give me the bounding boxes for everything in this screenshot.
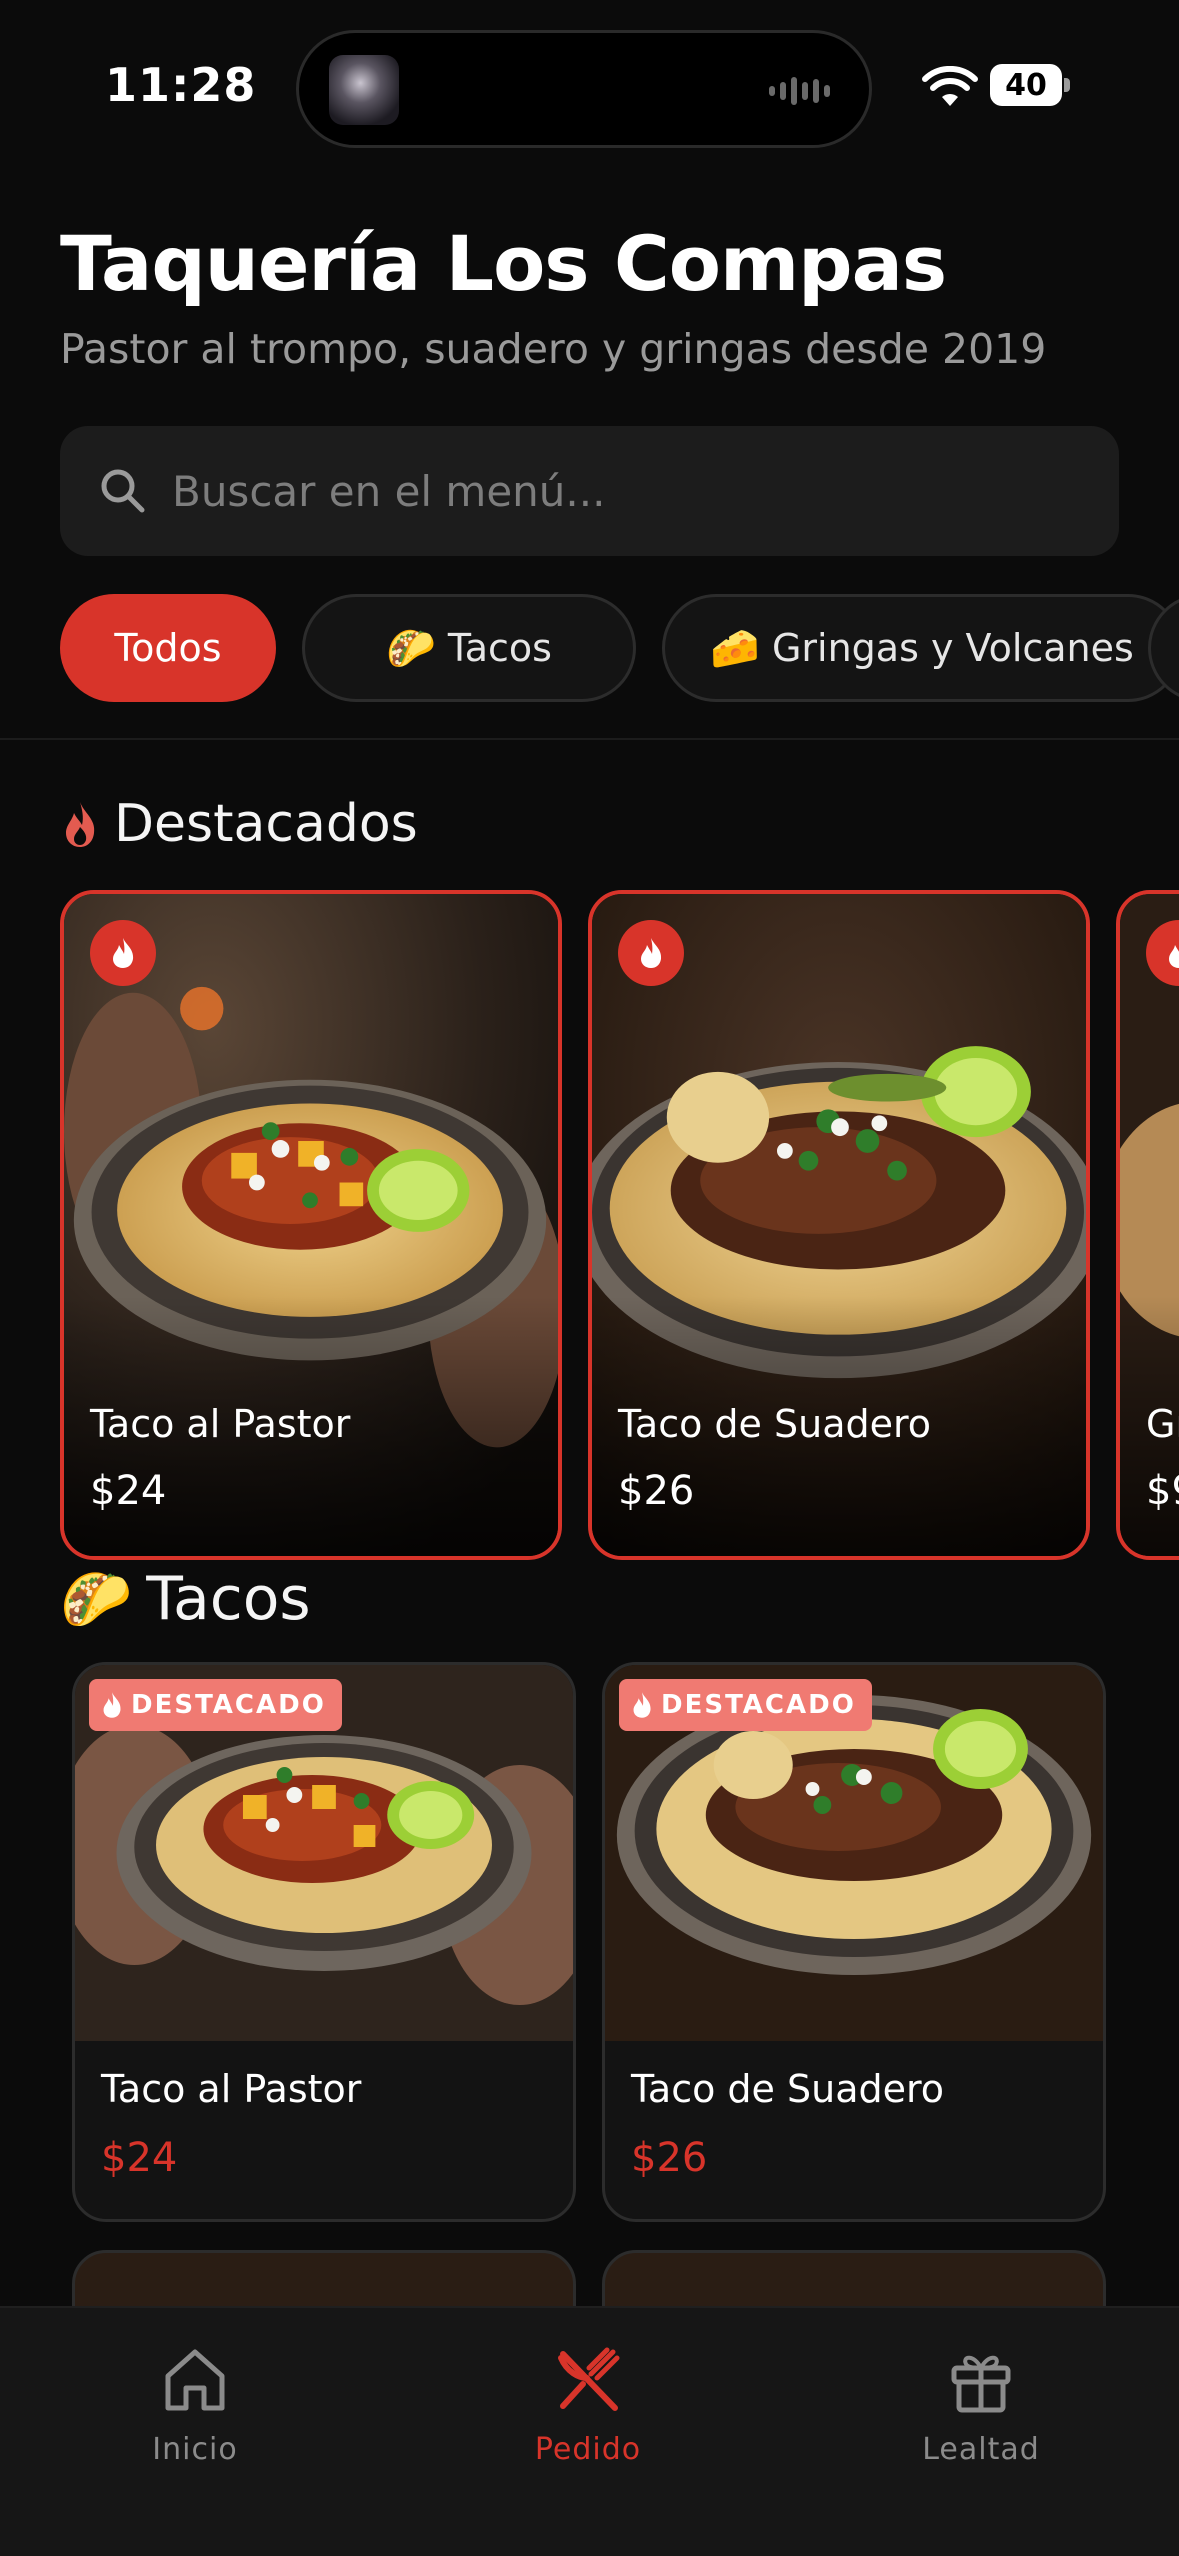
utensils-icon <box>558 2347 620 2411</box>
section-title: Tacos <box>146 1564 311 1634</box>
menu-item-price: $24 <box>101 2135 178 2181</box>
flame-icon <box>633 1692 651 1718</box>
page-header: Taquería Los Compas Pastor al trompo, su… <box>60 218 1140 374</box>
search-bar[interactable] <box>60 426 1119 556</box>
featured-card[interactable]: Gr $9 <box>1116 890 1179 1560</box>
featured-badge: DESTACADO <box>89 1679 342 1731</box>
taco-icon: 🌮 <box>386 625 436 672</box>
chip-gringas-volcanes[interactable]: 🧀 Gringas y Volcanes <box>662 594 1179 702</box>
search-icon <box>101 469 145 513</box>
featured-item-price: $26 <box>618 1468 695 1514</box>
flame-icon <box>113 938 134 968</box>
page-title: Taquería Los Compas <box>60 219 947 308</box>
section-title: Destacados <box>114 794 418 854</box>
menu-item-card[interactable]: DESTACADO Taco al Pastor $24 <box>72 1662 576 2222</box>
nav-label: Lealtad <box>922 2432 1040 2467</box>
search-input[interactable] <box>172 426 1072 556</box>
featured-item-name: Taco de Suadero <box>618 1402 932 1446</box>
featured-item-name: Taco al Pastor <box>90 1402 351 1446</box>
chip-label: Gringas y Volcanes <box>771 626 1134 670</box>
badge-label: DESTACADO <box>661 1690 856 1720</box>
chip-label: Tacos <box>447 626 552 670</box>
featured-item-price: $9 <box>1146 1468 1179 1514</box>
featured-item-name: Gr <box>1146 1402 1179 1446</box>
featured-card[interactable]: Taco de Suadero $26 <box>588 890 1090 1560</box>
flame-icon <box>641 938 662 968</box>
wifi-icon <box>922 66 978 106</box>
header-divider <box>0 738 1179 740</box>
featured-badge: DESTACADO <box>619 1679 872 1731</box>
battery-level: 40 <box>990 64 1062 106</box>
app-screen: 11:28 40 Taquería Los Compas Pastor al t… <box>0 0 1179 2556</box>
nav-label: Pedido <box>534 2432 642 2467</box>
taco-icon: 🌮 <box>60 1564 133 1633</box>
nav-label: Inicio <box>152 2432 238 2467</box>
menu-item-card[interactable]: DESTACADO Taco de Suadero $26 <box>602 1662 1106 2222</box>
nav-inicio[interactable]: Inicio <box>65 2344 325 2484</box>
now-playing-artwork <box>329 55 399 125</box>
featured-card[interactable]: Taco al Pastor $24 <box>60 890 562 1560</box>
chip-tacos[interactable]: 🌮 Tacos <box>302 594 636 702</box>
page-subtitle: Pastor al trompo, suadero y gringas desd… <box>60 325 1047 373</box>
status-bar: 11:28 40 <box>0 0 1179 160</box>
dynamic-island[interactable] <box>296 30 872 148</box>
featured-flame-badge <box>618 920 684 986</box>
bottom-nav: Inicio Pedido Lealtad <box>0 2306 1179 2556</box>
featured-heading: Destacados <box>60 794 418 854</box>
flame-icon <box>103 1692 121 1718</box>
home-icon <box>165 2349 225 2411</box>
gift-icon <box>951 2355 1011 2413</box>
chip-todos[interactable]: Todos <box>60 594 276 702</box>
cheese-icon: 🧀 <box>710 625 760 672</box>
menu-item-price: $26 <box>631 2135 708 2181</box>
menu-item-name: Taco de Suadero <box>631 2067 945 2111</box>
flame-icon <box>1169 938 1179 968</box>
chip-label: Todos <box>114 626 222 670</box>
nav-pedido[interactable]: Pedido <box>458 2344 718 2484</box>
status-time: 11:28 <box>105 58 257 112</box>
tacos-heading: 🌮 Tacos <box>60 1564 311 1634</box>
battery-icon: 40 <box>990 64 1070 106</box>
category-filter: Todos 🌮 Tacos 🧀 Gringas y Volcanes <box>60 594 1179 702</box>
featured-item-price: $24 <box>90 1468 167 1514</box>
menu-item-name: Taco al Pastor <box>101 2067 362 2111</box>
featured-flame-badge <box>90 920 156 986</box>
flame-icon <box>66 802 95 847</box>
audio-wave-icon <box>769 75 833 107</box>
badge-label: DESTACADO <box>131 1690 326 1720</box>
nav-lealtad[interactable]: Lealtad <box>851 2344 1111 2484</box>
